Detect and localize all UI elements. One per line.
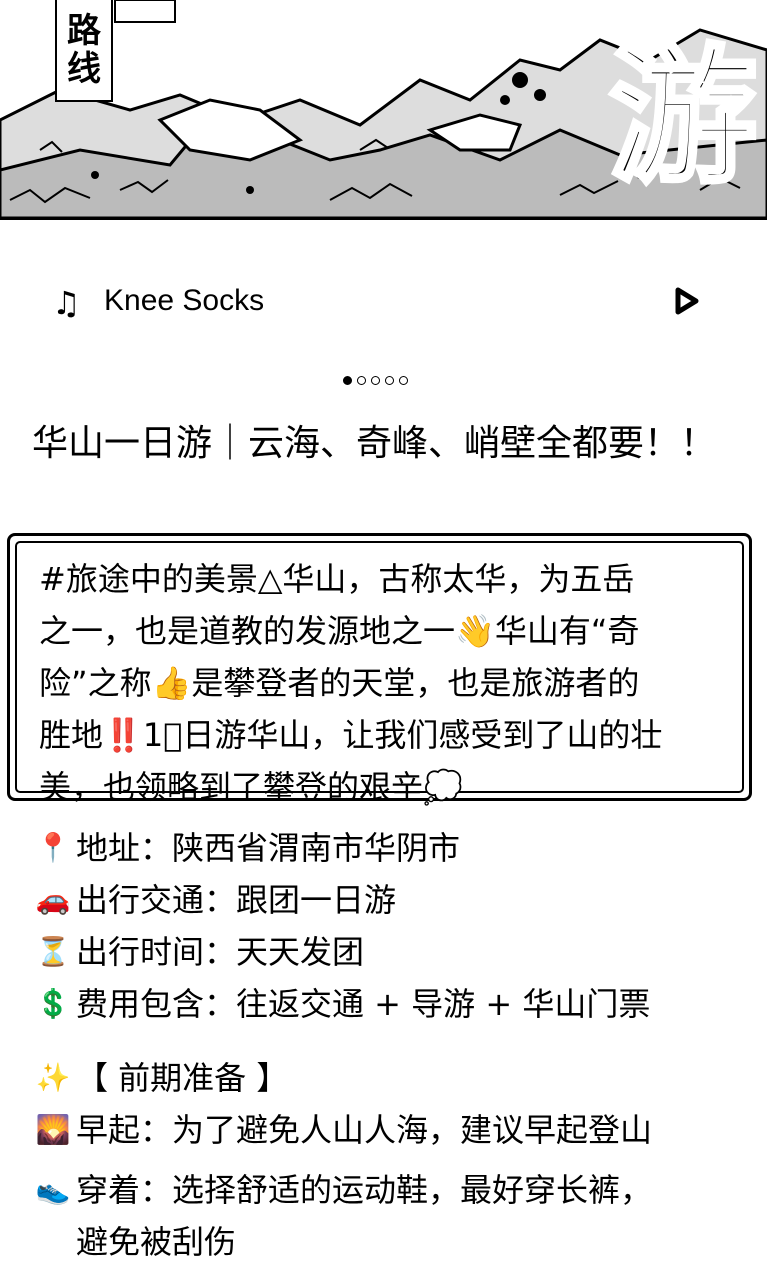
prep-item-text: 穿着：选择舒适的运动鞋，最好穿长裤，	[76, 1171, 653, 1209]
route-tag-char-1: 路	[67, 11, 101, 51]
prep-title-row: ✨ 【 前期准备 】	[30, 1052, 750, 1104]
prep-title-icon: ✨	[35, 1061, 71, 1094]
prep-title-text: 【 前期准备 】	[76, 1059, 289, 1097]
detail-row: 📍 地址：陕西省渭南市华阴市	[30, 822, 750, 874]
details-list: 📍 地址：陕西省渭南市华阴市 🚗 出行交通：跟团一日游 ⏳ 出行时间：天天发团 💲 费用包含：…	[30, 822, 750, 1030]
play-icon[interactable]	[672, 286, 700, 316]
detail-text: 地址：陕西省渭南市华阴市	[76, 829, 461, 867]
carousel-indicator	[343, 376, 408, 385]
detail-text: 出行时间：天天发团	[76, 933, 365, 971]
post-title: 华山一日游｜云海、奇峰、峭壁全都要！！	[32, 423, 717, 464]
music-title: Knee Socks	[104, 284, 265, 317]
prep-item-icon: 👟	[35, 1173, 71, 1206]
detail-icon: 🚗	[35, 883, 71, 916]
intro-text: #旅途中的美景△华山，古称太华，为五岳 之一，也是道教的发源地之一👋华山有“奇 险”…	[15, 541, 744, 806]
detail-icon: ⏳	[35, 935, 71, 968]
detail-row: ⏳ 出行时间：天天发团	[30, 926, 750, 978]
detail-text: 出行交通：跟团一日游	[76, 881, 397, 919]
prep-item-text: 避免被刮伤	[76, 1223, 237, 1261]
detail-icon: 📍	[35, 831, 71, 864]
detail-icon: 💲	[35, 987, 71, 1020]
intro-box: #旅途中的美景△华山，古称太华，为五岳 之一，也是道教的发源地之一👋华山有“奇 险”…	[7, 533, 752, 806]
prep-item-row: 避免被刮伤	[30, 1216, 750, 1268]
intro-line: 险”之称👍是攀登者的天堂，也是旅游者的	[39, 664, 640, 702]
prep-item-icon: 🌄	[35, 1113, 71, 1146]
route-tag-char-2: 线	[67, 49, 101, 89]
intro-line: #旅途中的美景△华山，古称太华，为五岳	[39, 560, 635, 598]
carousel-dot[interactable]	[357, 376, 366, 385]
carousel-dot[interactable]	[385, 376, 394, 385]
detail-row: 🚗 出行交通：跟团一日游	[30, 874, 750, 926]
hero-banner: 路 线 游	[0, 0, 767, 220]
prep-section: ✨ 【 前期准备 】 🌄 早起：为了避免人山人海，建议早起登山 👟 穿着：选择舒适的运动鞋…	[30, 1052, 750, 1268]
intro-line: 胜地‼️1⃣日游华山，让我们感受到了山的壮	[39, 716, 663, 754]
prep-item-row: 👟 穿着：选择舒适的运动鞋，最好穿长裤，	[30, 1164, 750, 1216]
carousel-dot[interactable]	[343, 376, 352, 385]
detail-row: 💲 费用包含：往返交通 + 导游 + 华山门票	[30, 978, 750, 1030]
carousel-dot[interactable]	[399, 376, 408, 385]
hero-big-char: 游	[607, 31, 760, 203]
intro-line: 美，也领略到了攀登的艰辛💭	[39, 768, 463, 806]
prep-item-row: 🌄 早起：为了避免人山人海，建议早起登山	[30, 1104, 750, 1156]
detail-text: 费用包含：往返交通 + 导游 + 华山门票	[76, 985, 651, 1023]
prep-item-text: 早起：为了避免人山人海，建议早起登山	[76, 1111, 653, 1149]
route-tag: 路 线	[55, 0, 113, 102]
music-bar[interactable]: ♫ Knee Socks	[0, 270, 767, 330]
music-note-icon: ♫	[52, 284, 81, 322]
carousel-dot[interactable]	[371, 376, 380, 385]
intro-line: 之一，也是道教的发源地之一👋华山有“奇	[39, 612, 640, 650]
